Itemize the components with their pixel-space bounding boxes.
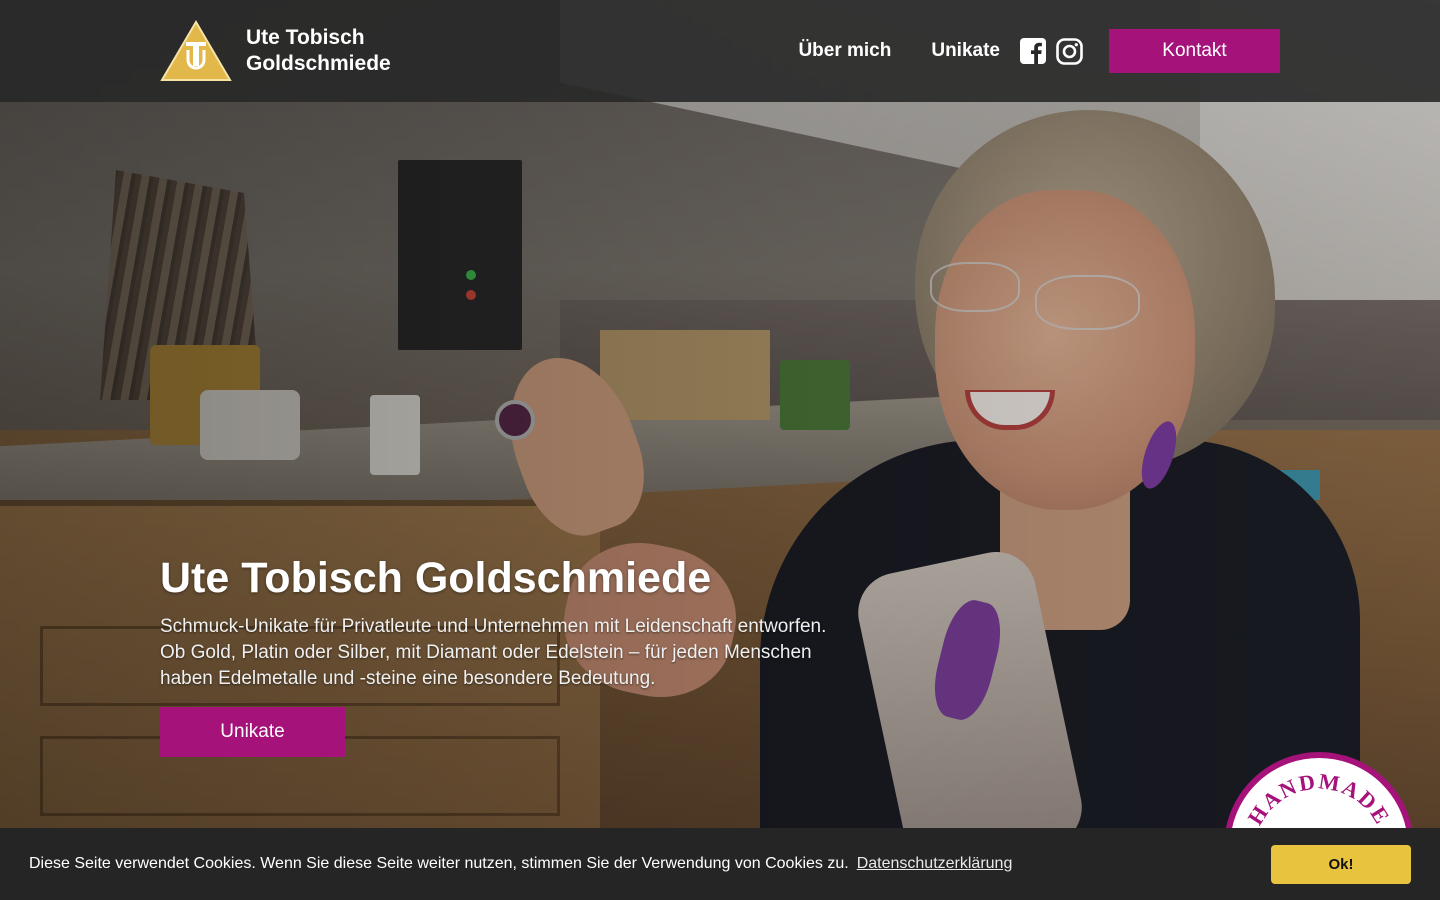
main-nav: Über mich Unikate Kontakt bbox=[798, 29, 1280, 73]
cookie-accept-button[interactable]: Ok! bbox=[1271, 845, 1411, 884]
site-logo-link[interactable]: Ute Tobisch Goldschmiede bbox=[160, 20, 391, 82]
badge-text: HANDMADE bbox=[1243, 768, 1394, 829]
nav-about-link[interactable]: Über mich bbox=[798, 40, 891, 62]
svg-text:HANDMADE: HANDMADE bbox=[1243, 768, 1396, 829]
hero-title: Ute Tobisch Goldschmiede bbox=[160, 554, 712, 602]
brand-line-2: Goldschmiede bbox=[246, 52, 391, 75]
instagram-icon[interactable] bbox=[1056, 37, 1083, 65]
hero-background-photo bbox=[0, 0, 1440, 900]
hero-overlay bbox=[0, 0, 1440, 900]
logo-icon bbox=[160, 20, 232, 82]
privacy-policy-link[interactable]: Datenschutzerklärung bbox=[857, 855, 1013, 873]
contact-button[interactable]: Kontakt bbox=[1109, 29, 1280, 73]
facebook-icon[interactable] bbox=[1020, 38, 1046, 64]
brand-name: Ute Tobisch Goldschmiede bbox=[246, 25, 391, 77]
nav-unikate-link[interactable]: Unikate bbox=[931, 40, 1000, 62]
hero-subtitle: Schmuck-Unikate für Privatleute und Unte… bbox=[160, 616, 827, 689]
social-links bbox=[1020, 37, 1093, 65]
cookie-banner: Diese Seite verwendet Cookies. Wenn Sie … bbox=[0, 828, 1440, 900]
brand-line-1: Ute Tobisch bbox=[246, 26, 365, 49]
site-header: Ute Tobisch Goldschmiede Über mich Unika… bbox=[0, 0, 1440, 102]
hero-content: Ute Tobisch Goldschmiede Schmuck-Unikate… bbox=[160, 552, 830, 692]
cookie-message: Diese Seite verwendet Cookies. Wenn Sie … bbox=[29, 855, 849, 872]
unikate-cta-button[interactable]: Unikate bbox=[160, 707, 345, 757]
